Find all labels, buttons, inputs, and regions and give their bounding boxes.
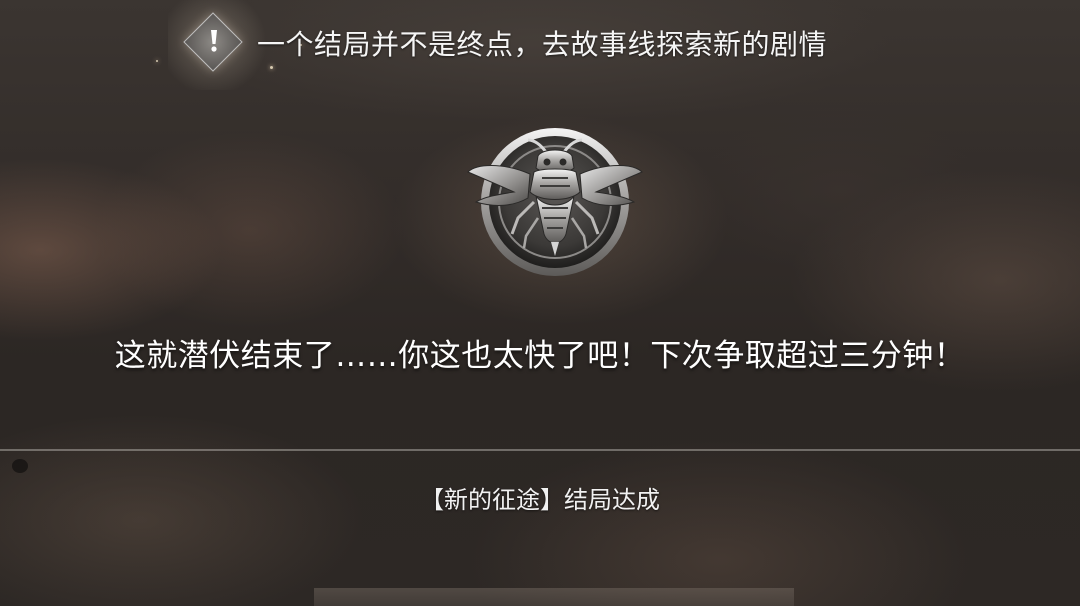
hint-bar: 一个结局并不是终点，去故事线探索新的剧情: [183, 12, 827, 74]
continue-button-edge[interactable]: [314, 588, 794, 606]
ending-message: 这就潜伏结束了……你这也太快了吧！下次争取超过三分钟！: [114, 338, 966, 374]
wasp-emblem-icon: [467, 128, 643, 276]
ending-achievement-label: 【新的征途】结局达成: [420, 486, 660, 514]
exclamation-diamond-icon: [183, 12, 245, 74]
hint-text: 一个结局并不是终点，去故事线探索新的剧情: [257, 28, 828, 61]
sparkle: [156, 60, 158, 62]
divider: [0, 449, 1080, 451]
blurred-background: [0, 0, 1080, 606]
dark-spot: [12, 459, 28, 473]
